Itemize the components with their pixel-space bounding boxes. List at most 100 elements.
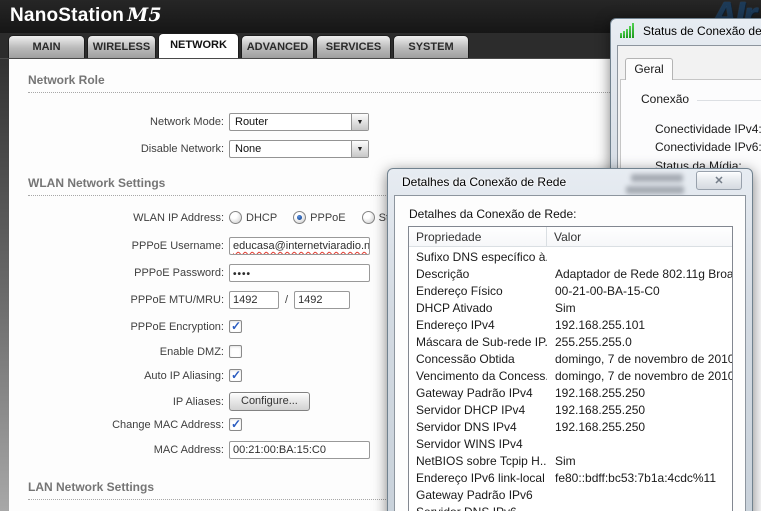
chevron-down-icon[interactable]: ▼ [351, 141, 368, 157]
value-cell [547, 250, 732, 267]
wlan-ip-row: WLAN IP Address: DHCP PPPoE Static [9, 211, 406, 224]
table-row[interactable]: Servidor DNS IPv4 192.168.255.250 [409, 420, 732, 437]
radio-static-control[interactable] [361, 211, 375, 224]
table-row[interactable]: Endereço IPv6 link-local fe80::bdff:bc53:… [409, 471, 732, 488]
property-cell: Servidor WINS IPv4 [416, 437, 523, 451]
radio-pppoe[interactable]: PPPoE [293, 211, 346, 224]
pppoe-username-value: educasa@internetviaradio.ne [233, 240, 370, 252]
ipv4-connectivity-label: Conectividade IPv4: [655, 122, 761, 136]
value-cell [547, 488, 732, 505]
tab-network[interactable]: NETWORK [158, 33, 239, 58]
value-cell: 255.255.255.0 [555, 335, 632, 349]
change-mac-checkbox[interactable] [229, 417, 242, 431]
close-button[interactable]: ✕ [696, 171, 742, 190]
wlan-ip-label: WLAN IP Address: [133, 211, 224, 224]
chevron-down-icon[interactable]: ▼ [351, 114, 368, 130]
ip-aliases-label: IP Aliases: [172, 395, 224, 408]
configure-button[interactable]: Configure... [229, 392, 310, 411]
mac-address-input[interactable]: 00:21:00:BA:15:C0 [229, 441, 370, 459]
value-cell: domingo, 7 de novembro de 2010 00:13:4 [555, 352, 732, 366]
table-row[interactable]: Sufixo DNS específico à... [409, 250, 732, 267]
status-dialog-titlebar[interactable]: Status de Conexão de Rede sem Fio [611, 19, 761, 45]
tab-main[interactable]: MAIN [8, 35, 85, 58]
column-header-property[interactable]: Propriedade [409, 227, 547, 246]
connection-groupbox: Conexão [641, 92, 761, 106]
radio-pppoe-control[interactable] [293, 211, 307, 224]
table-row[interactable]: Máscara de Sub-rede IP... 255.255.255.0 [409, 335, 732, 352]
pppoe-encryption-checkbox[interactable] [229, 319, 242, 333]
property-cell: Gateway Padrão IPv4 [416, 386, 533, 400]
table-row[interactable]: Gateway Padrão IPv4 192.168.255.250 [409, 386, 732, 403]
network-mode-value: Router [235, 116, 269, 128]
table-row[interactable]: NetBIOS sobre Tcpip H... Sim [409, 454, 732, 471]
table-row[interactable]: Servidor DHCP IPv4 192.168.255.250 [409, 403, 732, 420]
details-dialog-title: Detalhes da Conexão de Rede [402, 175, 567, 189]
pppoe-username-input[interactable]: educasa@internetviaradio.ne [229, 237, 370, 255]
change-mac-row: Change MAC Address: [9, 417, 242, 431]
property-cell: Gateway Padrão IPv6 [416, 488, 533, 502]
property-cell: Endereço IPv4 [416, 318, 495, 332]
value-cell: 00-21-00-BA-15-C0 [555, 284, 660, 298]
auto-ip-aliasing-checkbox[interactable] [229, 368, 242, 382]
device-logo: NanoStation M5 [10, 4, 162, 27]
table-row[interactable]: Endereço Físico 00-21-00-BA-15-C0 [409, 284, 732, 301]
details-dialog: Detalhes da Conexão de Rede ✕ Detalhes d… [387, 168, 753, 511]
value-cell: 192.168.255.250 [555, 420, 646, 434]
mac-address-label: MAC Address: [153, 444, 224, 456]
tab-wireless[interactable]: WIRELESS [87, 35, 156, 58]
pppoe-password-input[interactable]: •••• [229, 264, 370, 282]
pppoe-encryption-label: PPPoE Encryption: [130, 320, 224, 333]
disable-network-row: Disable Network: None ▼ [9, 140, 369, 158]
listview-header[interactable]: Propriedade Valor [409, 227, 732, 247]
value-cell: fe80::bdff:bc53:7b1a:4cdc%11 [555, 471, 717, 485]
status-dialog-title: Status de Conexão de Rede sem Fio [643, 23, 761, 38]
ipv6-connectivity-label: Conectividade IPv6: [655, 140, 761, 154]
table-row[interactable]: Descrição Adaptador de Rede 802.11g Broad… [409, 267, 732, 284]
radio-dhcp-label: DHCP [246, 211, 278, 224]
property-cell: DHCP Ativado [416, 301, 493, 315]
value-cell: Sim [555, 301, 576, 315]
table-row[interactable]: Concessão Obtida domingo, 7 de novembro d… [409, 352, 732, 369]
table-row[interactable]: Gateway Padrão IPv6 [409, 488, 732, 505]
tab-geral[interactable]: Geral [625, 58, 673, 80]
table-row[interactable]: Vencimento da Concess... domingo, 7 de no… [409, 369, 732, 386]
table-row[interactable]: Servidor WINS IPv4 [409, 437, 732, 454]
tab-system[interactable]: SYSTEM [393, 35, 469, 58]
network-mode-select[interactable]: Router ▼ [229, 113, 369, 131]
value-cell [547, 505, 732, 511]
glass-blur-artifact [631, 174, 683, 182]
details-listview[interactable]: Propriedade Valor Sufixo DNS específico … [408, 226, 733, 511]
tab-advanced[interactable]: ADVANCED [241, 35, 314, 58]
enable-dmz-label: Enable DMZ: [159, 345, 224, 358]
radio-dhcp-control[interactable] [229, 211, 242, 224]
groupbox-line [697, 100, 761, 101]
network-mode-label: Network Mode: [150, 116, 224, 128]
wlan-ip-radio-group: DHCP PPPoE Static [229, 211, 406, 224]
enable-dmz-checkbox[interactable] [229, 345, 242, 358]
change-mac-label: Change MAC Address: [112, 418, 224, 431]
table-row[interactable]: Endereço IPv4 192.168.255.101 [409, 318, 732, 335]
property-cell: Concessão Obtida [416, 352, 515, 366]
value-cell: domingo, 7 de novembro de 2010 01:43:4 [555, 369, 732, 383]
pppoe-mru-input[interactable]: 1492 [294, 291, 351, 309]
table-row[interactable]: DHCP Ativado Sim [409, 301, 732, 318]
mtu-mru-separator: / [285, 294, 289, 306]
enable-dmz-row: Enable DMZ: [9, 345, 242, 358]
pppoe-password-row: PPPoE Password: •••• [9, 264, 370, 282]
tab-services[interactable]: SERVICES [316, 35, 391, 58]
pppoe-password-label: PPPoE Password: [134, 267, 224, 279]
brand-name: NanoStation [10, 5, 125, 26]
disable-network-label: Disable Network: [140, 143, 224, 155]
disable-network-select[interactable]: None ▼ [229, 140, 369, 158]
radio-dhcp[interactable]: DHCP [229, 211, 277, 224]
pppoe-mtu-input[interactable]: 1492 [229, 291, 279, 309]
property-cell: Endereço IPv6 link-local [416, 471, 545, 485]
property-cell: Servidor DHCP IPv4 [416, 403, 526, 417]
radio-pppoe-label: PPPoE [310, 211, 346, 224]
page-left-border [0, 59, 9, 511]
column-header-value[interactable]: Valor [547, 227, 581, 246]
value-cell: Sim [555, 454, 576, 468]
table-row[interactable]: Servidor DNS IPv6 [409, 505, 732, 511]
details-dialog-titlebar[interactable]: Detalhes da Conexão de Rede ✕ [388, 169, 752, 195]
network-mode-row: Network Mode: Router ▼ [9, 113, 369, 131]
